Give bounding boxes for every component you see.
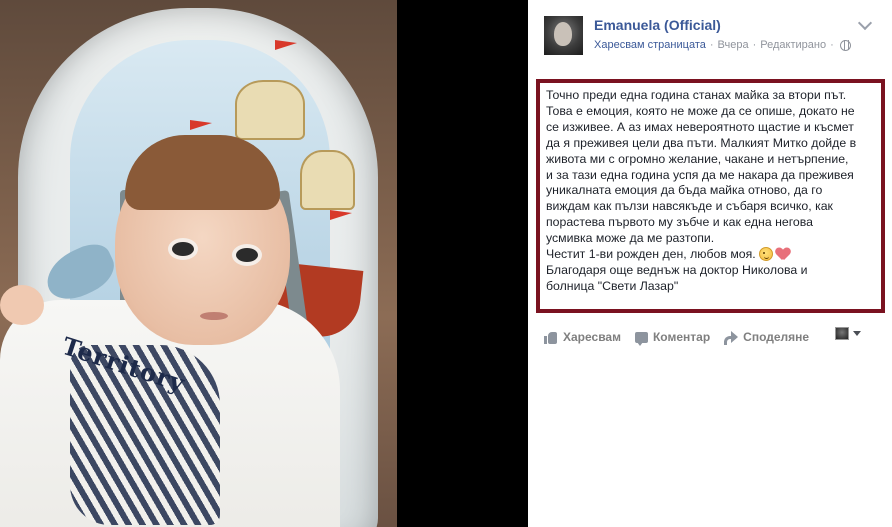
like-button[interactable]: Харесвам: [544, 330, 621, 344]
baby-mouth: [200, 312, 228, 320]
ship-sail: [300, 150, 355, 210]
post-text-line: порастева първото му зъбче и как една не…: [546, 215, 813, 230]
post-text-line: и за тази една година успя да ме накара …: [546, 167, 854, 182]
avatar[interactable]: [544, 16, 583, 55]
like-page-link[interactable]: Харесвам страницата: [594, 39, 706, 51]
post-text-highlighted: Точно преди една година станах майка за …: [536, 79, 885, 313]
post-header: Emanuela (Official) Харесвам страницата …: [528, 0, 892, 70]
globe-icon[interactable]: [839, 39, 851, 51]
meta-separator: ·: [752, 39, 757, 51]
post-actions: Харесвам Коментар Споделяне: [544, 327, 823, 347]
birthday-line: Честит 1-ви рожден ден, любов моя.: [546, 247, 875, 263]
post-text-line: се изживее. А аз имах невероятното щасти…: [546, 119, 854, 134]
post-time[interactable]: Вчера: [718, 39, 749, 51]
post-meta: Харесвам страницата · Вчера · Редактиран…: [594, 38, 851, 52]
edited-label[interactable]: Редактирано: [760, 39, 826, 51]
post-text-line: уникалната емоция да бъда майка отново, …: [546, 183, 823, 198]
comment-icon: [634, 331, 648, 346]
wink-emoji-icon: [758, 247, 773, 262]
share-icon: [724, 331, 739, 345]
share-button[interactable]: Споделяне: [724, 330, 810, 345]
post-text-line: Това е емоция, която не може да се опише…: [546, 103, 855, 118]
baby-hand: [0, 285, 44, 325]
post-photo[interactable]: Territory: [0, 0, 397, 527]
post-as-page-selector[interactable]: [835, 327, 861, 340]
chevron-down-icon[interactable]: [857, 15, 873, 31]
comment-label: Коментар: [652, 330, 711, 344]
post-text-line: Точно преди една година станах майка за …: [546, 88, 847, 102]
baby-eye: [168, 238, 198, 260]
page-avatar-thumbnail: [835, 327, 849, 340]
thumbs-up-icon: [544, 331, 558, 344]
heart-emoji-icon: [776, 247, 790, 261]
post-text-line: виждам как пълзи навсякъде и събаря всич…: [546, 199, 833, 214]
like-label: Харесвам: [563, 330, 621, 344]
caret-down-icon: [853, 331, 861, 336]
post-panel: Emanuela (Official) Харесвам страницата …: [528, 0, 892, 527]
ship-sail: [235, 80, 305, 140]
comment-button[interactable]: Коментар: [634, 330, 711, 346]
post-text-line: живота ми с огромно желание, чакане и не…: [546, 151, 849, 166]
post-text-line: Благодаря още веднъж на доктор Николова …: [546, 262, 808, 277]
post-text-line: да я преживея цели два пъти. Малкият Мит…: [546, 135, 857, 150]
meta-separator: ·: [709, 39, 714, 51]
birthday-text: Честит 1-ви рожден ден, любов моя.: [546, 247, 756, 262]
author-name[interactable]: Emanuela (Official): [594, 17, 721, 33]
photo-backdrop: [397, 0, 528, 527]
post-text-line: усмивка може да ме разтопи.: [546, 231, 715, 246]
meta-separator: ·: [830, 39, 834, 51]
post-text-line: болница "Свети Лазар": [546, 278, 679, 293]
baby-eye: [232, 244, 262, 266]
share-label: Споделяне: [743, 330, 810, 344]
